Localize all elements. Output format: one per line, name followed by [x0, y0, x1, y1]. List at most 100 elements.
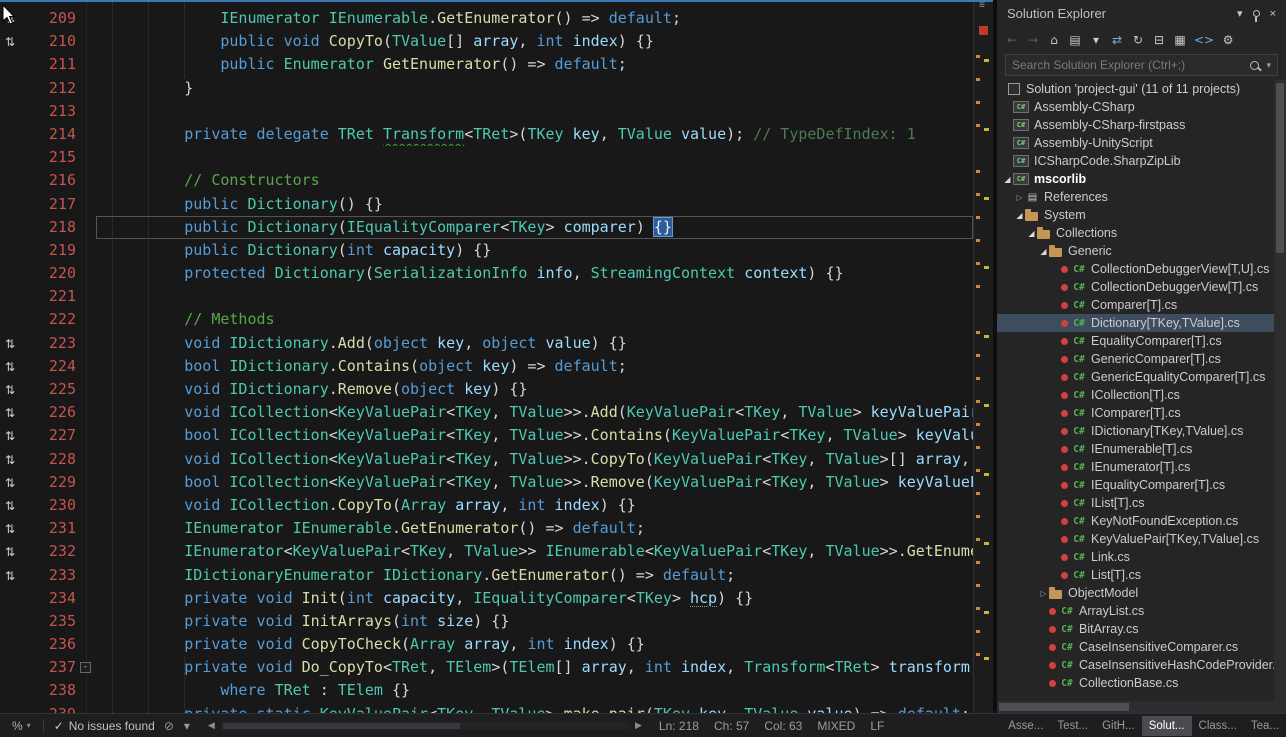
line-number[interactable]: 211	[26, 53, 76, 76]
tree-item[interactable]: C#KeyNotFoundException.cs	[997, 512, 1274, 530]
line-number[interactable]: 212	[26, 77, 76, 100]
panel-tab-test[interactable]: Test...	[1050, 716, 1095, 736]
scrollbar-thumb[interactable]	[223, 723, 460, 729]
line-number[interactable]: 239	[26, 703, 76, 713]
tree-item[interactable]: ◢System	[997, 206, 1274, 224]
preview-code-icon[interactable]: <>	[1194, 33, 1214, 47]
code-line[interactable]: 218 public Dictionary(IEqualityComparer<…	[0, 216, 973, 239]
back-icon[interactable]: ←	[1005, 33, 1019, 47]
line-number[interactable]: 231	[26, 517, 76, 540]
gutter-margin[interactable]: ⇅	[0, 471, 26, 494]
line-number[interactable]: 228	[26, 448, 76, 471]
line-number[interactable]: 238	[26, 679, 76, 702]
code-line[interactable]: ⇅209 IEnumerator IEnumerable.GetEnumerat…	[0, 7, 973, 30]
overview-ruler-scrollbar[interactable]: ≡	[973, 0, 993, 713]
code-line[interactable]: 217 public Dictionary() {}	[0, 193, 973, 216]
code-line[interactable]: ⇅228 void ICollection<KeyValuePair<TKey,…	[0, 448, 973, 471]
zoom-control[interactable]: % ▾	[6, 719, 37, 733]
gutter-margin[interactable]	[0, 703, 26, 713]
code-line[interactable]: 216 // Constructors	[0, 169, 973, 192]
tree-item[interactable]: C#IDictionary[TKey,TValue].cs	[997, 422, 1274, 440]
code-line[interactable]: 239 private static KeyValuePair<TKey, TV…	[0, 703, 973, 713]
search-options-caret-icon[interactable]: ▾	[1266, 60, 1271, 71]
gutter-margin[interactable]	[0, 633, 26, 656]
tree-item[interactable]: C#List[T].cs	[997, 566, 1274, 584]
expander-icon[interactable]: ◢	[1002, 175, 1013, 184]
gutter-margin[interactable]	[0, 308, 26, 331]
line-number[interactable]: 237	[26, 656, 76, 679]
scroll-left-icon[interactable]: ◀	[205, 720, 218, 731]
code-line[interactable]: ⇅232 IEnumerator<KeyValuePair<TKey, TVal…	[0, 540, 973, 563]
search-icon[interactable]	[1250, 61, 1259, 70]
forward-icon[interactable]: →	[1026, 33, 1040, 47]
tree-item[interactable]: C#GenericEqualityComparer[T].cs	[997, 368, 1274, 386]
tree-item[interactable]: C#ICollection[T].cs	[997, 386, 1274, 404]
line-number[interactable]: 225	[26, 378, 76, 401]
tree-vertical-scrollbar[interactable]	[1274, 80, 1286, 713]
line-number[interactable]: 223	[26, 332, 76, 355]
line-number[interactable]: 218	[26, 216, 76, 239]
tree-item[interactable]: ◢Generic	[997, 242, 1274, 260]
line-number[interactable]: 215	[26, 146, 76, 169]
gutter-margin[interactable]: ⇅	[0, 564, 26, 587]
code-line[interactable]: ⇅224 bool IDictionary.Contains(object ke…	[0, 355, 973, 378]
scroll-right-icon[interactable]: ▶	[632, 720, 645, 731]
panel-tab-gith[interactable]: GitH...	[1095, 716, 1142, 736]
properties-wrench-icon[interactable]: ⚙	[1221, 33, 1235, 47]
code-line[interactable]: 236 private void CopyToCheck(Array array…	[0, 633, 973, 656]
expander-icon[interactable]: ◢	[1026, 229, 1037, 238]
gutter-margin[interactable]: ⇅	[0, 30, 26, 53]
gutter-margin[interactable]	[0, 100, 26, 123]
suggestions-caret-icon[interactable]: ▾	[184, 719, 190, 733]
gutter-margin[interactable]: ⇅	[0, 540, 26, 563]
tree-item[interactable]: C#Assembly-CSharp-firstpass	[997, 116, 1274, 134]
gutter-margin[interactable]	[0, 77, 26, 100]
gutter-margin[interactable]	[0, 193, 26, 216]
close-icon[interactable]: ×	[1270, 8, 1276, 20]
line-number[interactable]: 229	[26, 471, 76, 494]
tree-item[interactable]: C#ArrayList.cs	[997, 602, 1274, 620]
code-line[interactable]: 237- private void Do_CopyTo<TRet, TElem>…	[0, 656, 973, 679]
gutter-margin[interactable]	[0, 239, 26, 262]
code-line[interactable]: 214 private delegate TRet Transform<TRet…	[0, 123, 973, 146]
gutter-margin[interactable]	[0, 587, 26, 610]
line-number[interactable]: 217	[26, 193, 76, 216]
tree-item[interactable]: C#IEqualityComparer[T].cs	[997, 476, 1274, 494]
tree-item[interactable]: C#Link.cs	[997, 548, 1274, 566]
tree-item[interactable]: C#KeyValuePair[TKey,TValue].cs	[997, 530, 1274, 548]
tree-item[interactable]: C#IEnumerator[T].cs	[997, 458, 1274, 476]
code-line[interactable]: 238 where TRet : TElem {}	[0, 679, 973, 702]
tree-item[interactable]: C#CollectionBase.cs	[997, 674, 1274, 692]
tree-item[interactable]: C#CaseInsensitiveHashCodeProvider.cs	[997, 656, 1274, 674]
gutter-margin[interactable]	[0, 262, 26, 285]
expander-icon[interactable]: ▷	[1038, 589, 1049, 598]
search-input[interactable]	[1012, 58, 1244, 72]
code-line[interactable]: 211 public Enumerator GetEnumerator() =>…	[0, 53, 973, 76]
scrollbar-track[interactable]	[221, 722, 629, 730]
gutter-margin[interactable]: ⇅	[0, 355, 26, 378]
code-line[interactable]: 219 public Dictionary(int capacity) {}	[0, 239, 973, 262]
code-suggestions-icon[interactable]: ⊘	[164, 719, 174, 733]
tree-item[interactable]: C#Assembly-UnityScript	[997, 134, 1274, 152]
tree-item[interactable]: C#ICSharpCode.SharpZipLib	[997, 152, 1274, 170]
line-number[interactable]: 234	[26, 587, 76, 610]
tree-item[interactable]: C#CollectionDebuggerView[T,U].cs	[997, 260, 1274, 278]
expander-icon[interactable]: ◢	[1014, 211, 1025, 220]
tree-item[interactable]: C#EqualityComparer[T].cs	[997, 332, 1274, 350]
tree-item[interactable]: C#IComparer[T].cs	[997, 404, 1274, 422]
line-number[interactable]: 219	[26, 239, 76, 262]
code-line[interactable]: ⇅230 void ICollection.CopyTo(Array array…	[0, 494, 973, 517]
tree-item[interactable]: C#Dictionary[TKey,TValue].cs	[997, 314, 1274, 332]
tree-horizontal-scrollbar[interactable]	[997, 701, 1274, 713]
tree-item[interactable]: C#CollectionDebuggerView[T].cs	[997, 278, 1274, 296]
gutter-margin[interactable]	[0, 169, 26, 192]
sync-with-active-document-icon[interactable]: ⇄	[1110, 33, 1124, 47]
gutter-margin[interactable]	[0, 216, 26, 239]
tree-item[interactable]: ▷ObjectModel	[997, 584, 1274, 602]
gutter-margin[interactable]	[0, 123, 26, 146]
line-number[interactable]: 232	[26, 540, 76, 563]
panel-tab-solut[interactable]: Solut...	[1142, 716, 1192, 736]
code-line[interactable]: 220 protected Dictionary(SerializationIn…	[0, 262, 973, 285]
code-line[interactable]: 221	[0, 285, 973, 308]
switch-views-icon[interactable]: ▤	[1068, 33, 1082, 47]
